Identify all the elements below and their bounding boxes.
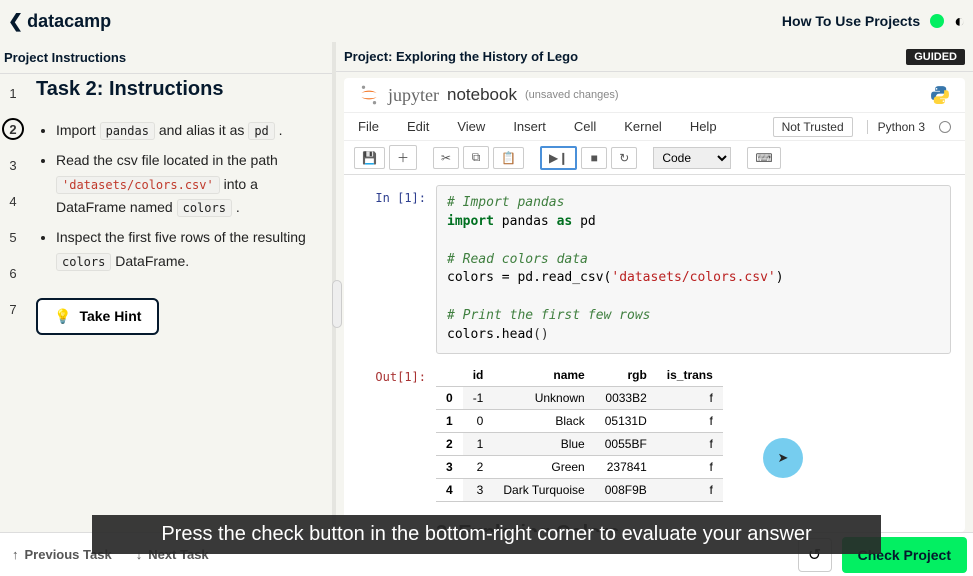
table-row: 43Dark Turquoise008F9Bf [436, 478, 723, 501]
table-row: 32Green237841f [436, 455, 723, 478]
logo-icon: ❮ [8, 11, 23, 32]
table-header: is_trans [657, 364, 723, 387]
notebook-body[interactable]: In [1]: # Import pandas import pandas as… [344, 175, 965, 532]
in-prompt: In [1]: [358, 185, 436, 354]
table-header: id [463, 364, 494, 387]
instruction-item: Inspect the first five rows of the resul… [56, 226, 318, 274]
table-header: name [493, 364, 594, 387]
project-title: Project: Exploring the History of Lego [344, 49, 578, 64]
task-nav-6[interactable]: 6 [2, 262, 24, 284]
instructions-content: Task 2: Instructions Import pandas and a… [26, 74, 332, 532]
menu-help[interactable]: Help [690, 119, 717, 134]
task-nav-5[interactable]: 5 [2, 226, 24, 248]
menu-edit[interactable]: Edit [407, 119, 429, 134]
code-token: colors [177, 199, 232, 217]
brand-text: datacamp [27, 11, 111, 32]
menu-kernel[interactable]: Kernel [624, 119, 662, 134]
jupyter-header: jupyter notebook (unsaved changes) [344, 78, 965, 113]
jupyter-brand: jupyter notebook (unsaved changes) [358, 84, 619, 106]
instructions-body: 1 2 3 4 5 6 7 Task 2: Instructions Impor… [0, 74, 332, 532]
brand-logo[interactable]: ❮ datacamp [8, 11, 111, 32]
jupyter-name: jupyter [388, 85, 439, 106]
code-editor[interactable]: # Import pandas import pandas as pd # Re… [436, 185, 951, 354]
main-split: Project Instructions 1 2 3 4 5 6 7 Task … [0, 42, 973, 532]
task-nav-1[interactable]: 1 [2, 82, 24, 104]
add-cell-button[interactable]: ＋ [389, 145, 417, 170]
out-prompt: Out[1]: [358, 364, 436, 502]
table-row: 0-1Unknown0033B2f [436, 386, 723, 409]
restart-button[interactable]: ↻ [611, 147, 637, 169]
howto-link[interactable]: How To Use Projects [782, 13, 920, 29]
jupyter-menubar: File Edit View Insert Cell Kernel Help N… [344, 113, 965, 141]
notebook-name[interactable]: notebook [447, 85, 517, 105]
table-row: 21Blue0055BFf [436, 432, 723, 455]
code-token: pd [248, 122, 274, 140]
take-hint-button[interactable]: 💡 Take Hint [36, 298, 159, 335]
jupyter-frame: jupyter notebook (unsaved changes) File … [344, 78, 965, 532]
python-logo-icon [929, 84, 951, 106]
table-header: rgb [595, 364, 657, 387]
save-button[interactable]: 💾 [354, 147, 385, 169]
not-trusted-button[interactable]: Not Trusted [773, 117, 853, 137]
instruction-item: Import pandas and alias it as pd . [56, 119, 318, 143]
task-nav-4[interactable]: 4 [2, 190, 24, 212]
command-palette-button[interactable]: ⌨ [747, 147, 780, 169]
menu-view[interactable]: View [457, 119, 485, 134]
profile-icon[interactable]: ◐ [954, 11, 965, 32]
notebook-panel: Project: Exploring the History of Lego G… [336, 42, 973, 532]
instruction-list: Import pandas and alias it as pd . Read … [36, 119, 318, 274]
project-header: Project: Exploring the History of Lego G… [336, 42, 973, 72]
code-token: pandas [100, 122, 155, 140]
run-button[interactable]: ▶❙ [540, 146, 577, 170]
task-nav-7[interactable]: 7 [2, 298, 24, 320]
instructions-panel: Project Instructions 1 2 3 4 5 6 7 Task … [0, 42, 336, 532]
code-path: 'datasets/colors.csv' [56, 176, 220, 194]
cursor-highlight-icon: ➤ [763, 438, 803, 478]
cell-type-select[interactable]: Code [653, 147, 731, 169]
menu-file[interactable]: File [358, 119, 379, 134]
code-cell[interactable]: In [1]: # Import pandas import pandas as… [358, 185, 951, 354]
kernel-indicator-icon [939, 121, 951, 133]
menu-insert[interactable]: Insert [513, 119, 546, 134]
overlay-caption: Press the check button in the bottom-rig… [92, 515, 881, 554]
jupyter-toolbar: 💾 ＋ ✂ ⧉ 📋 ▶❙ ■ ↻ Code ⌨ [344, 141, 965, 175]
guided-badge: GUIDED [906, 49, 965, 65]
output-cell: Out[1]: idnamergbis_trans 0-1Unknown0033… [358, 364, 951, 502]
arrow-up-icon: ↑ [12, 547, 19, 562]
kernel-name[interactable]: Python 3 [867, 120, 925, 134]
instruction-item: Read the csv file located in the path 'd… [56, 149, 318, 220]
unsaved-indicator: (unsaved changes) [525, 89, 619, 101]
code-token: colors [56, 253, 111, 271]
topbar: ❮ datacamp How To Use Projects ◐ [0, 0, 973, 42]
jupyter-logo-icon [358, 84, 380, 106]
resize-handle[interactable] [332, 280, 342, 328]
instructions-header: Project Instructions [0, 42, 332, 74]
output-table: idnamergbis_trans 0-1Unknown0033B2f10Bla… [436, 364, 723, 502]
menu-cell[interactable]: Cell [574, 119, 596, 134]
table-row: 10Black05131Df [436, 409, 723, 432]
task-nav: 1 2 3 4 5 6 7 [0, 74, 26, 532]
lightbulb-icon: 💡 [54, 308, 71, 325]
task-nav-3[interactable]: 3 [2, 154, 24, 176]
task-nav-2[interactable]: 2 [2, 118, 24, 140]
table-header [436, 364, 463, 387]
hint-label: Take Hint [79, 308, 141, 324]
status-dot-icon [930, 14, 944, 28]
task-title: Task 2: Instructions [36, 78, 318, 101]
topbar-right: How To Use Projects ◐ [782, 11, 965, 32]
copy-button[interactable]: ⧉ [463, 146, 489, 169]
stop-button[interactable]: ■ [581, 147, 607, 169]
paste-button[interactable]: 📋 [493, 147, 524, 169]
cut-button[interactable]: ✂ [433, 147, 459, 169]
